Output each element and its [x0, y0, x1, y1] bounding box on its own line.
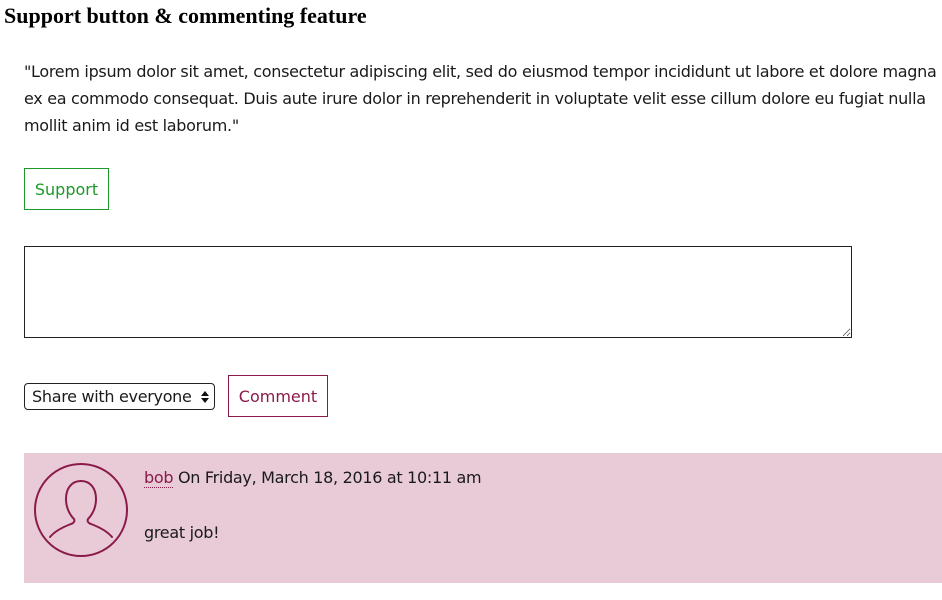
share-select-value: Share with everyone: [32, 387, 192, 406]
updown-arrows-icon: [200, 390, 210, 403]
user-silhouette-icon: [34, 463, 128, 557]
share-visibility-select[interactable]: Share with everyone: [24, 383, 215, 410]
comment-text: great job!: [144, 523, 220, 542]
intro-text: "Lorem ipsum dolor sit amet, consectetur…: [24, 58, 942, 139]
comment-author-link[interactable]: bob: [144, 468, 174, 488]
page-title: Support button & commenting feature: [4, 3, 367, 28]
comment-timestamp: On Friday, March 18, 2016 at 10:11 am: [173, 468, 482, 487]
intro-line: ex ea commodo consequat. Duis aute irure…: [24, 89, 926, 108]
comment-submit-button[interactable]: Comment: [228, 375, 328, 417]
comment-meta: bob On Friday, March 18, 2016 at 10:11 a…: [144, 468, 482, 488]
comment-textarea[interactable]: [24, 246, 852, 338]
intro-line: "Lorem ipsum dolor sit amet, consectetur…: [24, 62, 937, 81]
support-button[interactable]: Support: [24, 168, 109, 210]
comment-item: bob On Friday, March 18, 2016 at 10:11 a…: [24, 453, 942, 583]
intro-line: mollit anim id est laborum.": [24, 116, 239, 135]
